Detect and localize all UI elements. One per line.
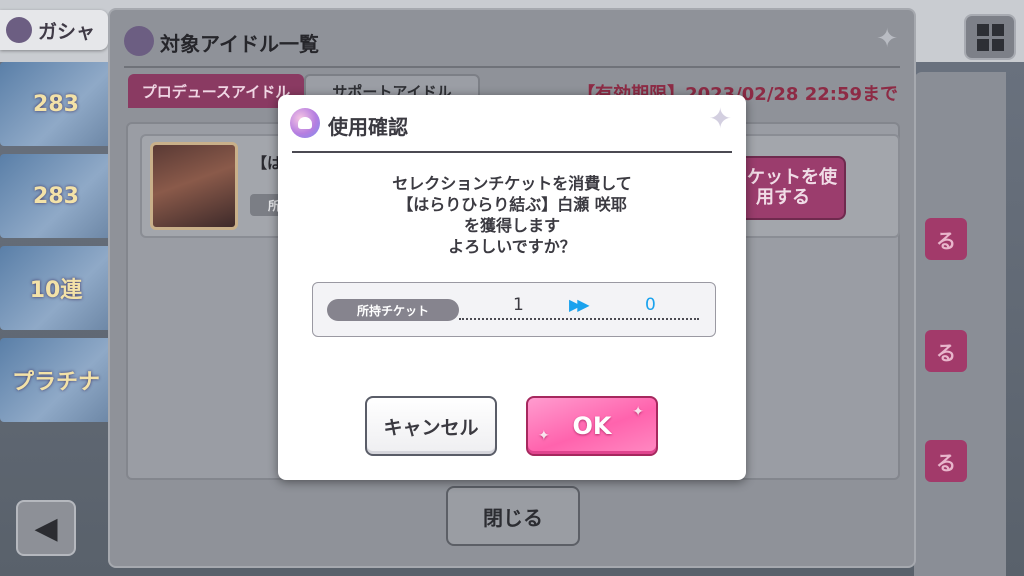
- sparkle-icon: ✦: [632, 404, 644, 420]
- grid-menu-icon: [976, 23, 989, 36]
- dotted-divider: [459, 318, 699, 320]
- right-list-button[interactable]: る: [925, 218, 967, 260]
- gacha-icon: [6, 17, 32, 43]
- banner-platinum[interactable]: プラチナ: [0, 338, 112, 422]
- message-line: セレクションチケットを消費して: [392, 174, 632, 193]
- divider: [292, 151, 732, 153]
- idol-thumbnail[interactable]: [150, 142, 238, 230]
- ok-label: OK: [572, 412, 612, 440]
- banner-list: 283 283 10連 プラチナ: [0, 62, 112, 482]
- grid-menu-button[interactable]: [964, 14, 1016, 60]
- sparkle-icon: ✦: [538, 428, 550, 444]
- gacha-label: ガシャ: [38, 20, 96, 43]
- use-confirm-dialog: 使用確認 ✦ セレクションチケットを消費して 【はらりひらり結ぶ】白瀬 咲耶 を…: [278, 95, 746, 480]
- panel-logo-icon: [124, 26, 154, 56]
- dialog-message: セレクションチケットを消費して 【はらりひらり結ぶ】白瀬 咲耶 を獲得します よ…: [278, 173, 746, 257]
- banner-283-b[interactable]: 283: [0, 154, 112, 238]
- dialog-title: 使用確認: [328, 115, 408, 139]
- cancel-button[interactable]: キャンセル: [365, 396, 497, 456]
- right-list-button[interactable]: る: [925, 440, 967, 482]
- message-line: を獲得します: [463, 216, 560, 235]
- ticket-count-before: 1: [513, 295, 524, 315]
- right-list-button[interactable]: る: [925, 330, 967, 372]
- sparkle-icon: ✦: [708, 102, 732, 135]
- message-line: よろしいですか？: [448, 237, 576, 256]
- double-arrow-icon: ▶▶: [569, 295, 590, 314]
- ticket-count-box: 所持チケット 1 ▶▶ 0: [312, 282, 716, 337]
- banner-10-pull[interactable]: 10連: [0, 246, 112, 330]
- back-arrow-icon: ◀: [34, 510, 58, 546]
- gacha-tab[interactable]: ガシャ: [0, 10, 108, 50]
- ok-button[interactable]: ✦ ✦ OK: [526, 396, 658, 456]
- ticket-label: 所持チケット: [327, 299, 459, 321]
- banner-283-a[interactable]: 283: [0, 62, 112, 146]
- back-button[interactable]: ◀: [16, 500, 76, 556]
- divider: [124, 66, 900, 68]
- message-line: 【はらりひらり結ぶ】白瀬 咲耶: [397, 195, 627, 214]
- ticket-count-after: 0: [645, 295, 656, 315]
- sparkle-icon: ✦: [876, 24, 898, 54]
- right-list: [914, 72, 1006, 576]
- close-button[interactable]: 閉じる: [446, 486, 580, 546]
- dialog-logo-icon: [290, 108, 320, 138]
- panel-title: 対象アイドル一覧: [160, 32, 319, 56]
